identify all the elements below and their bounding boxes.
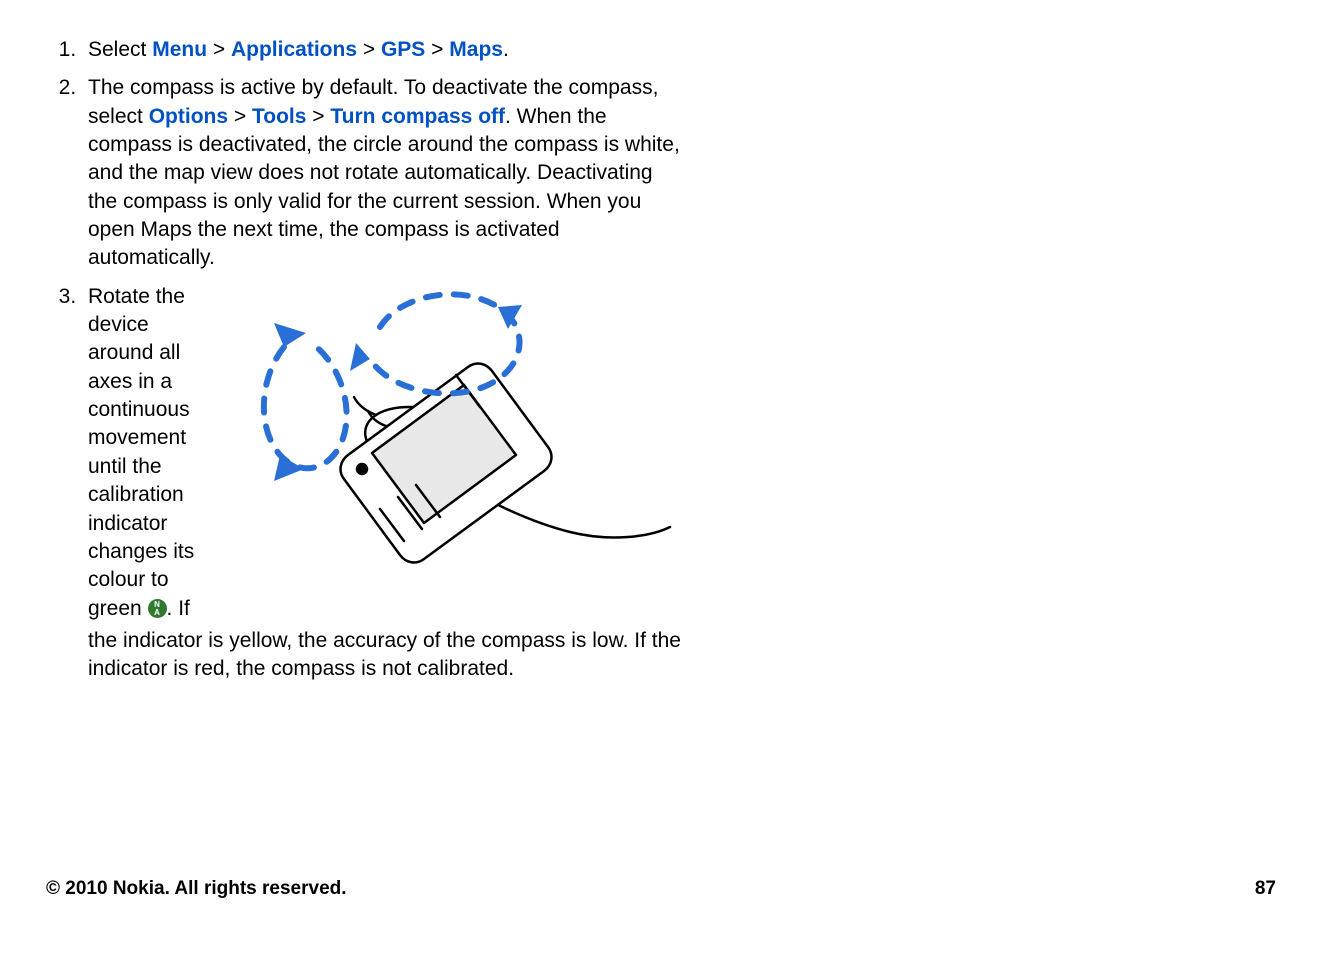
menu-path-gps: GPS bbox=[381, 38, 425, 61]
step-1-prefix: Select bbox=[88, 38, 152, 61]
menu-path-turn-compass-off: Turn compass off bbox=[330, 105, 505, 128]
step-3-text-narrow: Rotate the device around all axes in a c… bbox=[88, 285, 194, 620]
instruction-list: Select Menu > Applications > GPS > Maps.… bbox=[46, 36, 682, 684]
document-page: Select Menu > Applications > GPS > Maps.… bbox=[0, 0, 1322, 954]
step-2-text-b: . When the compass is deactivated, the c… bbox=[88, 105, 680, 270]
page-footer: © 2010 Nokia. All rights reserved. 87 bbox=[46, 878, 1276, 900]
compass-indicator-icon: NA bbox=[148, 599, 167, 618]
calibration-illustration bbox=[230, 277, 690, 567]
menu-path-menu: Menu bbox=[152, 38, 207, 61]
breadcrumb-sep: > bbox=[312, 105, 330, 128]
breadcrumb-sep: > bbox=[363, 38, 381, 61]
step-3-after-icon: . If bbox=[167, 597, 190, 620]
copyright-text: © 2010 Nokia. All rights reserved. bbox=[46, 878, 347, 900]
menu-path-options: Options bbox=[149, 105, 228, 128]
step-3-wide-text: the indicator is yellow, the accuracy of… bbox=[88, 627, 682, 684]
menu-path-tools: Tools bbox=[252, 105, 306, 128]
breadcrumb-sep: > bbox=[213, 38, 231, 61]
breadcrumb-sep: > bbox=[234, 105, 252, 128]
compass-icon-a: A bbox=[148, 608, 167, 617]
menu-path-maps: Maps bbox=[449, 38, 503, 61]
step-3: Rotate the device around all axes in a c… bbox=[82, 283, 682, 684]
step-1: Select Menu > Applications > GPS > Maps. bbox=[82, 36, 682, 64]
menu-path-applications: Applications bbox=[231, 38, 357, 61]
step-3-narrow-text: Rotate the device around all axes in a c… bbox=[88, 283, 208, 623]
step-2: The compass is active by default. To dea… bbox=[82, 74, 682, 272]
step-1-end: . bbox=[503, 38, 509, 61]
breadcrumb-sep: > bbox=[431, 38, 449, 61]
page-number: 87 bbox=[1255, 878, 1276, 900]
